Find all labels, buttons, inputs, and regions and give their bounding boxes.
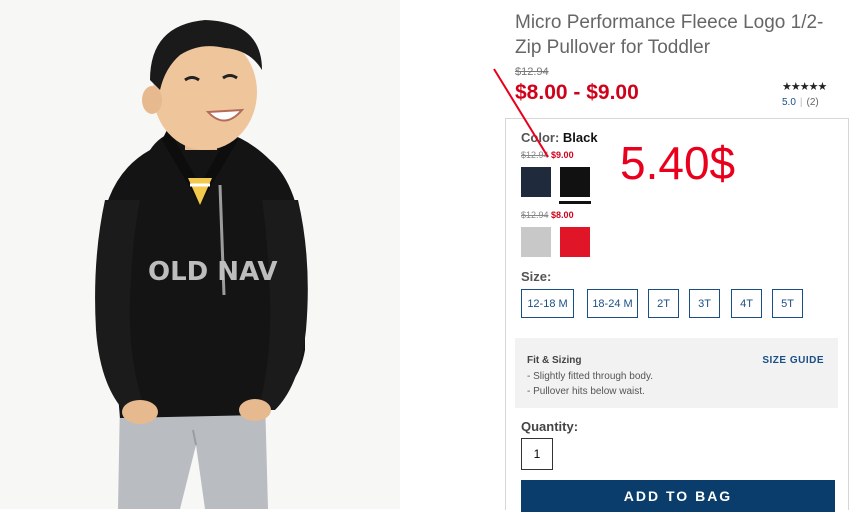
- swatch-group-now-price: $9.00: [551, 150, 574, 160]
- size-option-18-24m[interactable]: 18-24 M: [587, 289, 638, 318]
- size-label: Size:: [521, 269, 552, 284]
- color-label: Color: Black: [521, 130, 598, 145]
- size-option-2t[interactable]: 2T: [648, 289, 679, 318]
- star-rating-icon: ★★★★★: [782, 81, 827, 93]
- color-swatch-navy[interactable]: [521, 167, 551, 197]
- color-swatch-black[interactable]: [559, 167, 591, 204]
- color-swatch-red[interactable]: [560, 227, 590, 257]
- toddler-photo: OLD NAV: [0, 0, 400, 509]
- size-option-12-18m[interactable]: 12-18 M: [521, 289, 574, 318]
- jacket-logo-text: OLD NAV: [148, 257, 278, 287]
- size-option-3t[interactable]: 3T: [689, 289, 720, 318]
- swatch-group-now-price: $8.00: [551, 210, 574, 220]
- original-price: $12.94: [515, 66, 549, 78]
- size-option-4t[interactable]: 4T: [731, 289, 762, 318]
- fit-sizing-box: Fit & Sizing SIZE GUIDE - Slightly fitte…: [515, 338, 838, 408]
- quantity-label: Quantity:: [521, 419, 579, 434]
- sale-price: $8.00 - $9.00: [515, 81, 639, 104]
- rating-divider: |: [799, 97, 803, 108]
- swatch-group-was-price: $12.94: [521, 210, 549, 220]
- selected-color-name: Black: [562, 130, 598, 145]
- add-to-bag-button[interactable]: ADD TO BAG: [521, 480, 835, 512]
- color-label-text: Color:: [521, 130, 560, 145]
- product-image[interactable]: OLD NAV: [0, 0, 400, 509]
- fit-sizing-title: Fit & Sizing: [527, 355, 582, 366]
- annotation-price-note: 5.40$: [620, 137, 736, 189]
- size-option-5t[interactable]: 5T: [772, 289, 803, 318]
- fit-detail-line: - Slightly fitted through body.: [527, 371, 653, 382]
- quantity-input[interactable]: [521, 438, 553, 470]
- product-title: Micro Performance Fleece Logo 1/2-Zip Pu…: [515, 12, 824, 58]
- size-guide-link[interactable]: SIZE GUIDE: [762, 355, 824, 366]
- swatch-group-price: $12.94 $9.00: [521, 150, 574, 160]
- rating-block[interactable]: ★★★★★ 5.0 | (2): [782, 80, 827, 108]
- swatch-group-was-price: $12.94: [521, 150, 549, 160]
- rating-score[interactable]: 5.0: [782, 97, 796, 108]
- swatch-group-price: $12.94 $8.00: [521, 210, 574, 220]
- color-swatch-heather-gray[interactable]: [521, 227, 551, 257]
- review-count[interactable]: (2): [807, 97, 819, 108]
- fit-detail-line: - Pullover hits below waist.: [527, 386, 645, 397]
